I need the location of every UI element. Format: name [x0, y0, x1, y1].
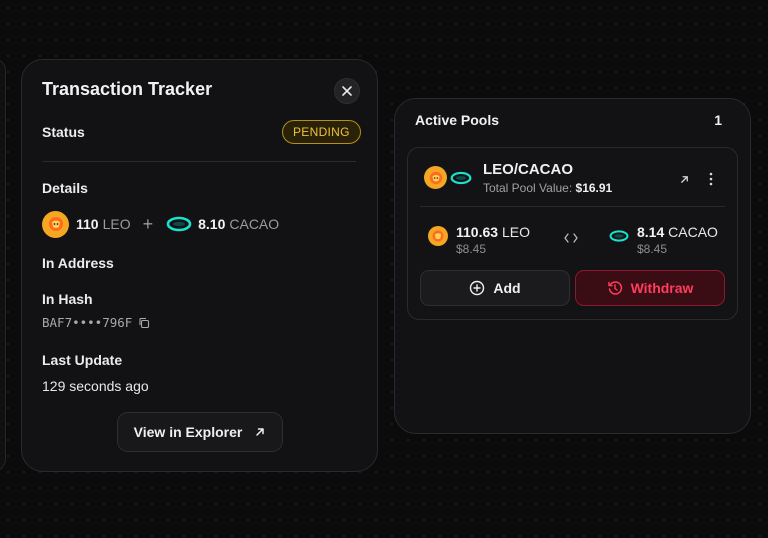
add-button-label: Add	[493, 280, 521, 296]
leo-amount: 110	[76, 216, 99, 232]
leo-coin-icon	[42, 210, 69, 238]
status-badge: PENDING	[282, 120, 361, 144]
active-pools-card: Active Pools 1 LEO/CACAO Total Pool Valu…	[394, 98, 751, 434]
cacao-coin-icon	[449, 166, 472, 189]
status-label: Status	[42, 124, 85, 140]
cacao-coin-icon	[609, 226, 629, 246]
details-swap-row: 110 LEO + 8.10 CACAO	[42, 210, 279, 238]
asset2-usd: $8.45	[637, 242, 668, 256]
add-liquidity-button[interactable]: Add	[420, 270, 570, 306]
tracker-title: Transaction Tracker	[42, 79, 213, 99]
withdraw-button-label: Withdraw	[630, 280, 694, 296]
in-hash-row: BAF7••••796F	[42, 315, 150, 330]
asset2-amount: 8.14	[637, 224, 665, 240]
cacao-symbol: CACAO	[229, 216, 280, 232]
left-partial-panel	[0, 58, 6, 472]
pool-item: LEO/CACAO Total Pool Value: $16.91 110.6…	[407, 147, 738, 320]
divider	[42, 161, 356, 162]
active-pools-title: Active Pools	[415, 112, 500, 128]
in-address-label: In Address	[42, 255, 114, 271]
asset1-usd: $8.45	[456, 242, 487, 256]
in-hash-value: BAF7••••796F	[42, 315, 133, 330]
leo-coin-icon	[428, 226, 448, 246]
pool-menu-button[interactable]	[702, 170, 720, 188]
pool-divider	[420, 206, 725, 207]
explorer-button-label: View in Explorer	[133, 424, 243, 440]
pool-total-value: Total Pool Value: $16.91	[483, 181, 612, 195]
plus-sign: +	[142, 213, 154, 234]
withdraw-button[interactable]: Withdraw	[575, 270, 725, 306]
plus-circle-icon	[470, 280, 485, 296]
asset1-symbol: LEO	[501, 224, 530, 240]
pool-pair-icons	[424, 166, 472, 189]
last-update-value: 129 seconds ago	[42, 378, 149, 394]
details-label: Details	[42, 180, 88, 196]
pool-name: LEO/CACAO	[483, 161, 573, 178]
last-update-label: Last Update	[42, 352, 123, 368]
pool-asset-leo: 110.63 LEO $8.45	[428, 224, 530, 256]
asset1-amount: 110.63	[456, 224, 499, 240]
close-button[interactable]	[334, 78, 360, 104]
cacao-amount: 8.10	[198, 216, 226, 232]
swap-arrows-icon	[564, 233, 578, 243]
arrow-up-right-icon	[256, 428, 265, 436]
arrow-up-right-icon	[680, 175, 688, 183]
withdraw-icon	[607, 281, 622, 295]
in-hash-label: In Hash	[42, 291, 93, 307]
pool-total-amount: $16.91	[575, 181, 613, 195]
more-vertical-icon	[709, 172, 713, 186]
pool-asset-cacao: 8.14 CACAO $8.45	[609, 224, 718, 256]
asset2-symbol: CACAO	[668, 224, 718, 240]
open-pool-button[interactable]	[675, 170, 693, 188]
view-in-explorer-button[interactable]: View in Explorer	[117, 412, 283, 452]
copy-icon[interactable]	[138, 317, 150, 329]
active-pools-count: 1	[714, 112, 722, 128]
transaction-tracker-card: Transaction Tracker Status PENDING Detai…	[21, 59, 378, 472]
close-icon	[342, 86, 352, 96]
cacao-coin-icon	[165, 211, 192, 238]
pool-total-label: Total Pool Value:	[483, 181, 573, 195]
leo-coin-icon	[424, 166, 447, 189]
leo-symbol: LEO	[102, 216, 131, 232]
